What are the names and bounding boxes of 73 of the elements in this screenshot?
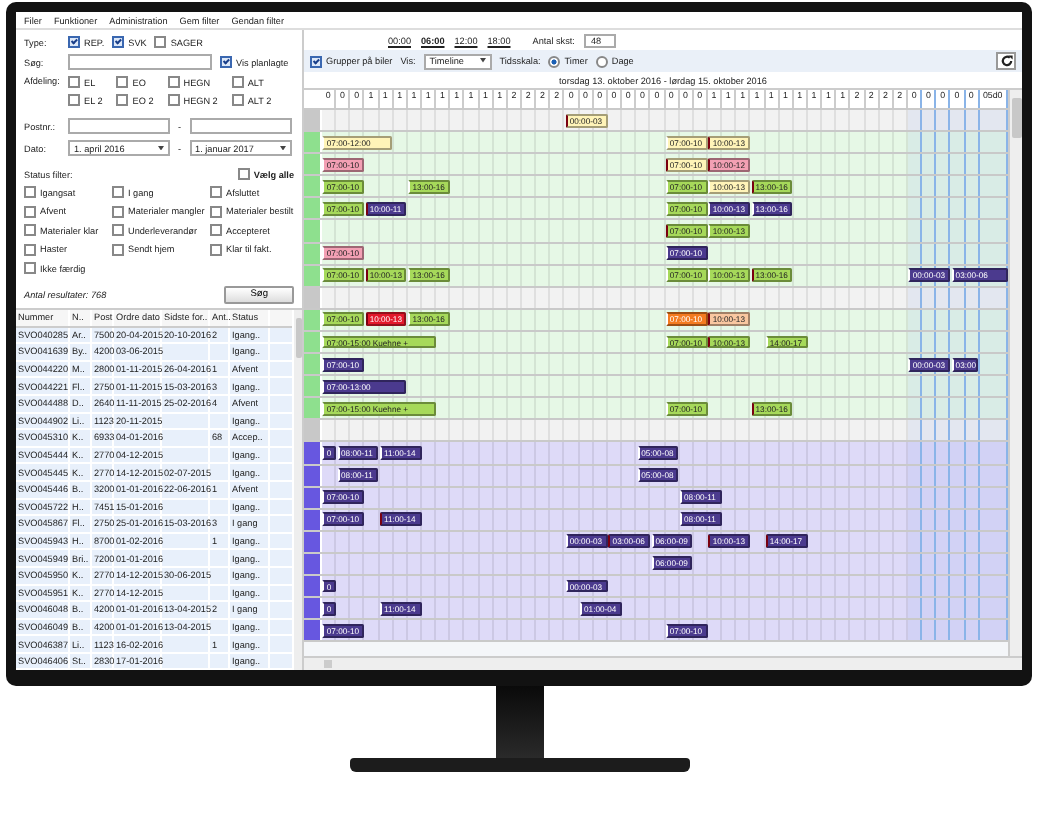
scrollbar[interactable] — [294, 310, 302, 670]
caret-icon — [479, 58, 486, 64]
day-column-cell — [979, 398, 1008, 419]
checkbox[interactable] — [24, 205, 36, 217]
resource-tab[interactable] — [304, 575, 322, 597]
day-column-cell — [979, 487, 1008, 508]
day-column-cell — [979, 575, 1008, 597]
day-column-cell — [979, 110, 1008, 131]
resource-tab[interactable] — [304, 553, 322, 574]
resource-tab[interactable] — [304, 465, 322, 486]
day-column-cell — [979, 132, 1008, 153]
resource-tab[interactable] — [304, 487, 322, 508]
day-column-cell — [979, 331, 1008, 353]
day-column-cell — [979, 420, 1008, 441]
day-column-cell — [979, 220, 1008, 242]
checkbox[interactable] — [68, 94, 80, 106]
checkbox[interactable] — [210, 224, 222, 236]
checkbox[interactable] — [231, 94, 244, 106]
checkbox[interactable] — [116, 94, 129, 106]
search-field[interactable] — [68, 54, 212, 70]
checkbox[interactable] — [112, 186, 124, 198]
postcode-to-field[interactable] — [189, 118, 292, 134]
checkbox[interactable] — [167, 94, 180, 106]
caret-icon — [158, 145, 164, 151]
radio-button[interactable] — [595, 55, 608, 67]
day-column-cell — [979, 176, 1008, 197]
checkbox[interactable] — [112, 243, 124, 255]
checkbox[interactable] — [24, 262, 36, 274]
refresh-icon — [999, 54, 1013, 68]
monitor-stand — [495, 686, 543, 758]
caret-icon — [279, 145, 286, 151]
checkbox[interactable] — [68, 76, 80, 88]
refresh-button[interactable] — [996, 52, 1016, 70]
resource-tab[interactable] — [304, 531, 322, 552]
day-column-cell — [979, 354, 1008, 375]
resource-tab[interactable] — [304, 509, 322, 530]
checkbox[interactable] — [24, 186, 36, 198]
day-column-cell — [979, 376, 1008, 397]
day-column-cell — [979, 553, 1008, 574]
day-column-cell — [979, 243, 1008, 264]
checkbox[interactable] — [210, 186, 222, 198]
checkbox[interactable] — [112, 224, 124, 236]
checkbox[interactable] — [116, 76, 129, 88]
resource-tab[interactable] — [304, 620, 322, 641]
resource-tab[interactable] — [304, 442, 322, 463]
day-column-cell — [979, 198, 1008, 219]
checkbox[interactable] — [112, 36, 125, 48]
day-column-cell — [979, 531, 1008, 552]
day-column-cell — [979, 620, 1008, 641]
checkbox[interactable] — [231, 76, 244, 88]
day-column-cell — [979, 287, 1008, 308]
scrollbar[interactable] — [304, 656, 1022, 670]
scrollbar[interactable] — [1008, 90, 1022, 656]
day-column-cell — [979, 442, 1008, 463]
resource-tab[interactable] — [304, 598, 322, 619]
checkbox[interactable] — [310, 55, 322, 67]
checkbox[interactable] — [210, 243, 222, 255]
checkbox[interactable] — [24, 243, 36, 255]
checkbox[interactable] — [68, 36, 80, 48]
checkbox[interactable] — [220, 56, 232, 68]
radio-button[interactable] — [548, 55, 561, 67]
day-column-cell — [979, 309, 1008, 330]
postcode-from-field[interactable] — [68, 118, 170, 134]
checkbox[interactable] — [237, 168, 250, 180]
day-column-cell — [979, 509, 1008, 530]
checkbox[interactable] — [24, 224, 36, 236]
day-column-cell — [979, 465, 1008, 486]
checkbox[interactable] — [210, 205, 222, 217]
day-column-cell — [979, 598, 1008, 619]
checkbox[interactable] — [154, 36, 167, 48]
day-column-cell — [979, 154, 1008, 175]
checkbox[interactable] — [167, 76, 180, 88]
checkbox[interactable] — [112, 205, 124, 217]
